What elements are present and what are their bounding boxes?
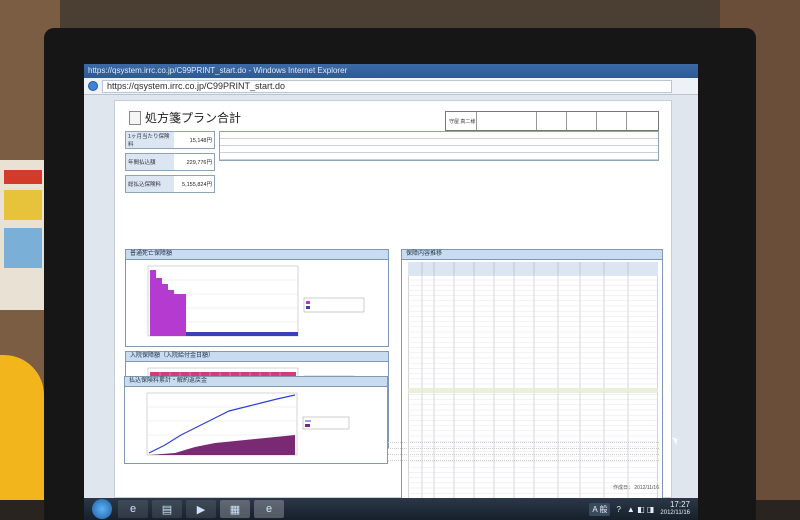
header-info-table: 守屋 真二様 bbox=[445, 111, 659, 131]
toy-figure bbox=[0, 355, 44, 520]
created-date: 作成日： 2012/11/16 bbox=[612, 485, 659, 491]
document-icon bbox=[129, 110, 141, 125]
clock[interactable]: 17:27 2012/11/16 bbox=[660, 500, 690, 518]
taskbar-app-icon[interactable]: ▦ bbox=[220, 500, 250, 518]
hospital-benefit-title: 入院保障額（入院給付金日額） bbox=[126, 352, 388, 362]
window-title: https://qsystem.irrc.co.jp/C99PRINT_star… bbox=[84, 64, 698, 78]
policy-list-table bbox=[219, 131, 659, 161]
mouse-cursor bbox=[672, 435, 680, 445]
customer-name: 守屋 真二様 bbox=[449, 119, 476, 125]
savings-panel: 払込保険料累計・解約返戻金 bbox=[124, 376, 388, 464]
summary-value: 229,776円 bbox=[174, 154, 214, 170]
taskbar-explorer-icon[interactable]: ▤ bbox=[152, 500, 182, 518]
summary-label: 総払込保険料 bbox=[126, 176, 174, 192]
death-benefit-tail bbox=[186, 332, 298, 336]
death-legend bbox=[303, 297, 365, 313]
savings-legend bbox=[302, 416, 350, 430]
ie-icon bbox=[88, 81, 98, 91]
summary-row: 1ヶ月当たり保険料 15,148円 bbox=[125, 131, 215, 149]
start-button[interactable] bbox=[92, 499, 112, 519]
taskbar-ie-icon[interactable]: e bbox=[118, 500, 148, 518]
page-title-text: 処方箋プラン合計 bbox=[145, 111, 242, 125]
coverage-table bbox=[408, 262, 658, 501]
savings-title: 払込保険料累計・解約返戻金 bbox=[125, 377, 387, 387]
taskbar-media-icon[interactable]: ▶ bbox=[186, 500, 216, 518]
death-benefit-panel: 普通死亡保障額 bbox=[125, 249, 389, 347]
system-tray: A 般 ? ▲ ◧ ◨ 17:27 2012/11/16 bbox=[589, 500, 698, 518]
taskbar: e ▤ ▶ ▦ e A 般 ? ▲ ◧ ◨ 17:27 2012/11/16 bbox=[84, 498, 698, 520]
coverage-table-panel: 保障内容推移 bbox=[401, 249, 663, 513]
summary-value: 15,148円 bbox=[174, 132, 214, 148]
page-title: 処方箋プラン合計 bbox=[129, 109, 241, 126]
coverage-table-title: 保障内容推移 bbox=[402, 250, 662, 260]
clock-date: 2012/11/16 bbox=[660, 510, 690, 516]
summary-label: 年間払込額 bbox=[126, 154, 174, 170]
death-benefit-chart bbox=[147, 265, 365, 337]
tray-icons[interactable]: ▲ ◧ ◨ bbox=[627, 505, 654, 514]
address-text[interactable]: https://qsystem.irrc.co.jp/C99PRINT_star… bbox=[102, 79, 672, 93]
summary-row: 総払込保険料 5,155,824円 bbox=[125, 175, 215, 193]
help-icon[interactable]: ? bbox=[616, 505, 620, 514]
death-benefit-title: 普通死亡保障額 bbox=[126, 250, 388, 260]
taskbar-ie-window[interactable]: e bbox=[254, 500, 284, 518]
summary-value: 5,155,824円 bbox=[174, 176, 214, 192]
wall-poster bbox=[0, 160, 48, 310]
summary-row: 年間払込額 229,776円 bbox=[125, 153, 215, 171]
address-bar[interactable]: https://qsystem.irrc.co.jp/C99PRINT_star… bbox=[84, 78, 698, 95]
savings-chart bbox=[146, 392, 350, 456]
summary-label: 1ヶ月当たり保険料 bbox=[126, 132, 174, 148]
monitor-screen: https://qsystem.irrc.co.jp/C99PRINT_star… bbox=[84, 64, 698, 520]
premium-summary: 1ヶ月当たり保険料 15,148円 年間払込額 229,776円 総払込保険料 … bbox=[125, 131, 215, 197]
ime-indicator[interactable]: A 般 bbox=[589, 502, 611, 516]
clock-time: 17:27 bbox=[669, 500, 690, 509]
